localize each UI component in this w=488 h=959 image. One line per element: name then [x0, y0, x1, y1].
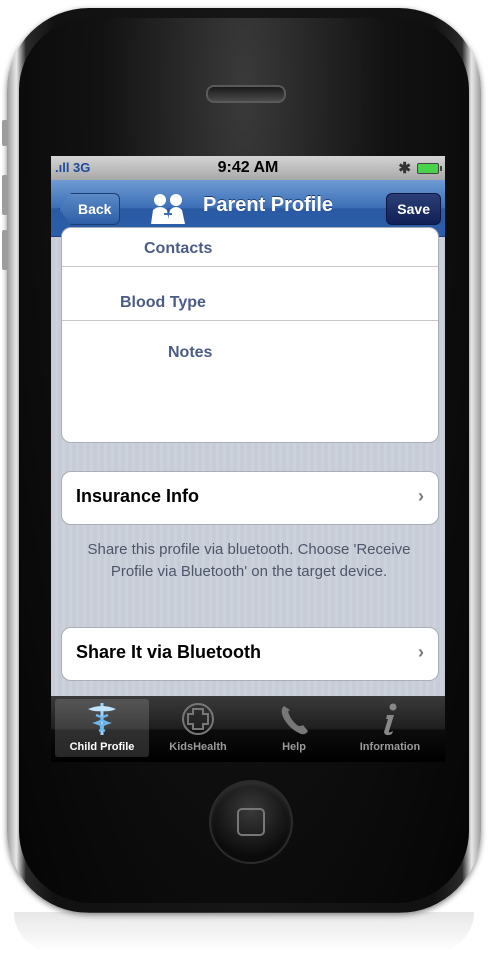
contacts-label[interactable]: Contacts [144, 240, 212, 258]
tab-child-profile[interactable]: Child Profile [55, 699, 149, 757]
bluetooth-share-note: Share this profile via bluetooth. Choose… [87, 541, 411, 580]
insurance-info-row[interactable]: Insurance Info › [61, 471, 439, 525]
tab-label: Information [359, 741, 421, 753]
caduceus-icon [88, 703, 116, 735]
profile-content[interactable]: Contacts Blood Type Notes Insurance Info… [51, 227, 445, 696]
status-bar: .ıll 3G 9:42 AM ✱ [51, 156, 445, 180]
volume-up-button [2, 175, 8, 215]
tab-bar: Child Profile KidsHealth Help Informatio… [51, 696, 445, 762]
share-bluetooth-row[interactable]: Share It via Bluetooth › [61, 627, 439, 681]
save-button[interactable]: Save [386, 193, 441, 225]
medical-cross-icon [182, 703, 214, 735]
bluetooth-icon: ✱ [398, 160, 411, 177]
field-divider [62, 320, 438, 321]
earpiece-speaker [206, 85, 286, 103]
page-title: Parent Profile [203, 194, 334, 216]
home-button[interactable] [209, 780, 293, 864]
tab-label: Help [282, 741, 306, 753]
field-divider [62, 266, 438, 267]
tab-label: KidsHealth [169, 741, 227, 753]
profile-fields-group: Contacts Blood Type Notes [61, 227, 439, 443]
tab-kidshealth[interactable]: KidsHealth [151, 699, 245, 757]
phone-reflection [14, 912, 474, 952]
blood-type-label[interactable]: Blood Type [120, 294, 206, 312]
screen: .ıll 3G 9:42 AM ✱ Back Parent Profile Sa… [51, 156, 445, 762]
battery-icon [417, 163, 442, 174]
chevron-right-icon: › [418, 486, 424, 506]
info-icon [384, 703, 397, 736]
status-time: 9:42 AM [217, 159, 279, 176]
back-button[interactable]: Back [59, 193, 121, 225]
parents-logo-icon [151, 194, 185, 224]
insurance-info-label: Insurance Info [76, 486, 200, 506]
notes-label[interactable]: Notes [168, 344, 212, 362]
phone-handset-icon [281, 706, 308, 735]
volume-down-button [2, 230, 8, 270]
tab-label: Child Profile [69, 741, 135, 753]
home-square-icon [237, 808, 265, 836]
mute-switch [2, 120, 8, 146]
tab-information[interactable]: Information [343, 699, 437, 757]
share-bluetooth-label: Share It via Bluetooth [76, 642, 262, 662]
tab-help[interactable]: Help [247, 699, 341, 757]
chevron-right-icon: › [418, 642, 424, 662]
